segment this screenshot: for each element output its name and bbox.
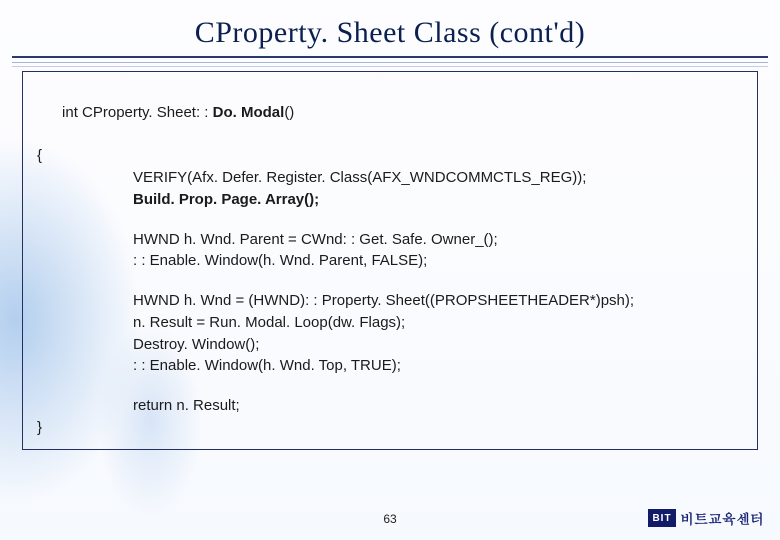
- title-rules: [12, 56, 768, 67]
- code-spacer: [37, 272, 743, 290]
- code-line-12: }: [37, 417, 743, 439]
- code-line-4: Build. Prop. Page. Array();: [37, 189, 743, 211]
- rule-light-1: [12, 62, 768, 63]
- code-line-2: {: [37, 145, 743, 167]
- logo-text: 비트교육센터: [680, 508, 764, 528]
- code-line-3: VERIFY(Afx. Defer. Register. Class(AFX_W…: [37, 167, 743, 189]
- code-line-10: : : Enable. Window(h. Wnd. Top, TRUE);: [37, 355, 743, 377]
- code-spacer: [37, 211, 743, 229]
- code-line-7: HWND h. Wnd = (HWND): : Property. Sheet(…: [37, 290, 743, 312]
- logo-mark: BIT: [648, 509, 676, 527]
- code-line-6: : : Enable. Window(h. Wnd. Parent, FALSE…: [37, 250, 743, 272]
- rule-light-2: [12, 66, 768, 67]
- code-line-9: Destroy. Window();: [37, 334, 743, 356]
- code-box: int CProperty. Sheet: : Do. Modal() { VE…: [22, 71, 758, 450]
- rule-dark: [12, 56, 768, 58]
- code-text-bold: Do. Modal: [213, 104, 285, 121]
- code-line-11: return n. Result;: [37, 395, 743, 417]
- code-line-5: HWND h. Wnd. Parent = CWnd: : Get. Safe.…: [37, 229, 743, 251]
- code-line-1: int CProperty. Sheet: : Do. Modal(): [37, 80, 743, 145]
- code-text: int CProperty. Sheet: :: [62, 104, 213, 121]
- slide-title: CProperty. Sheet Class (cont'd): [0, 0, 780, 56]
- code-line-8: n. Result = Run. Modal. Loop(dw. Flags);: [37, 312, 743, 334]
- slide: CProperty. Sheet Class (cont'd) int CPro…: [0, 0, 780, 540]
- code-spacer: [37, 377, 743, 395]
- footer-logo: BIT 비트교육센터: [648, 508, 764, 528]
- code-text: (): [284, 104, 294, 121]
